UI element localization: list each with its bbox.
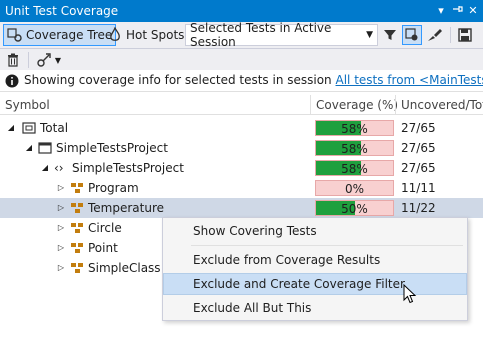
info-message: Showing coverage info for selected tests…: [24, 73, 332, 87]
chevron-down-icon: ▼: [366, 30, 373, 40]
filter-button[interactable]: [380, 25, 400, 45]
tree-row-temperature[interactable]: ▷ Temperature 50% 11/22: [0, 198, 483, 218]
hot-spots-label: Hot Spots: [126, 28, 185, 42]
menu-item-label: Show Covering Tests: [193, 224, 317, 238]
uncovered-total: 27/65: [401, 141, 436, 155]
highlight-code-button[interactable]: [402, 25, 422, 45]
menu-item-label: Exclude from Coverage Results: [193, 253, 381, 267]
collapsed-arrow-icon[interactable]: ▷: [56, 262, 66, 274]
tree-row-program[interactable]: ▷ Program 0% 11/11: [0, 178, 483, 198]
collapsed-arrow-icon[interactable]: ▷: [56, 242, 66, 254]
mouse-cursor-icon: [403, 284, 417, 304]
class-icon: [71, 263, 83, 273]
menu-item-label: Exclude and Create Coverage Filter: [193, 277, 405, 291]
class-icon: [71, 203, 83, 213]
coverage-bar: 58%: [315, 160, 394, 176]
pin-icon[interactable]: [449, 3, 465, 19]
collapsed-arrow-icon[interactable]: ▷: [56, 222, 66, 234]
highlight-code-icon: [405, 28, 418, 41]
tree-row-namespace[interactable]: ◢ ‹› SimpleTestsProject 58% 27/65: [0, 158, 483, 178]
chevron-down-icon: ▼: [54, 55, 62, 65]
class-icon: [71, 183, 83, 193]
collapsed-arrow-icon[interactable]: ▷: [56, 202, 66, 214]
class-icon: [71, 223, 83, 233]
coverage-bar: 58%: [315, 140, 394, 156]
trash-icon: [8, 53, 18, 67]
info-text-container: Showing coverage info for selected tests…: [24, 73, 483, 87]
info-bar: Showing coverage info for selected tests…: [0, 70, 483, 92]
menu-item-show-covering-tests[interactable]: Show Covering Tests: [163, 220, 467, 242]
toolbar-divider: [28, 52, 29, 68]
column-divider[interactable]: [395, 95, 396, 115]
save-icon: [458, 28, 472, 42]
hot-spots-button[interactable]: Hot Spots: [105, 24, 187, 46]
settings-button[interactable]: [425, 25, 445, 45]
coverage-tree-label: Coverage Tree: [26, 28, 113, 42]
tree-label: SimpleClass: [88, 261, 161, 275]
coverage-bar: 58%: [315, 120, 394, 136]
coverage-tree-button[interactable]: Coverage Tree: [3, 24, 117, 46]
window-titlebar: Unit Test Coverage ▾ ✕: [0, 0, 483, 22]
tree-label: Circle: [88, 221, 122, 235]
tree-row-total[interactable]: ◢ Total 58% 27/65: [0, 118, 483, 138]
coverage-tree-icon: [7, 28, 22, 42]
expanded-arrow-icon[interactable]: ◢: [40, 162, 50, 174]
uncovered-total: 27/65: [401, 121, 436, 135]
toolbar: Coverage Tree Hot Spots Selected Tests i…: [0, 21, 483, 49]
session-select[interactable]: Selected Tests in Active Session ▼: [185, 21, 378, 49]
column-header-coverage[interactable]: Coverage (%): [316, 98, 398, 112]
brush-icon: [428, 29, 442, 41]
session-select-value: Selected Tests in Active Session: [190, 21, 332, 49]
menu-item-exclude-from-results[interactable]: Exclude from Coverage Results: [163, 249, 467, 271]
assembly-icon: [22, 122, 36, 134]
coverage-percent: 50%: [341, 202, 368, 216]
filter-icon: [384, 30, 396, 40]
coverage-percent: 58%: [341, 162, 368, 176]
uncovered-total: 27/65: [401, 161, 436, 175]
coverage-percent: 58%: [341, 142, 368, 156]
session-link[interactable]: All tests from <MainTests>: [336, 73, 483, 87]
tree-label: Program: [88, 181, 139, 195]
coverage-bar: 0%: [315, 180, 394, 196]
tree-label: Point: [88, 241, 118, 255]
column-headers: Symbol Coverage (%) Uncovered/Tota: [0, 95, 483, 115]
tree-label: SimpleTestsProject: [72, 161, 184, 175]
save-button[interactable]: [455, 25, 475, 45]
secondary-toolbar: ▼: [0, 49, 483, 70]
column-divider[interactable]: [310, 95, 311, 115]
menu-item-exclude-and-create-filter[interactable]: Exclude and Create Coverage Filter: [163, 273, 467, 295]
coverage-bar: 50%: [315, 200, 394, 216]
toolbar-divider: [450, 27, 451, 43]
export-icon: [37, 53, 51, 67]
uncovered-total: 11/22: [401, 201, 436, 215]
class-icon: [71, 243, 83, 253]
close-icon[interactable]: ✕: [465, 3, 481, 19]
collapsed-arrow-icon[interactable]: ▷: [56, 182, 66, 194]
uncovered-total: 11/11: [401, 181, 436, 195]
coverage-percent: 58%: [341, 122, 368, 136]
expanded-arrow-icon[interactable]: ◢: [6, 122, 16, 134]
tree-label: SimpleTestsProject: [56, 141, 168, 155]
dropdown-arrow-icon[interactable]: ▾: [433, 3, 449, 19]
export-dropdown-button[interactable]: ▼: [34, 50, 64, 70]
context-menu: Show Covering Tests Exclude from Coverag…: [162, 217, 468, 321]
delete-button[interactable]: [3, 50, 23, 70]
window-title: Unit Test Coverage: [5, 4, 119, 18]
project-icon: [38, 142, 52, 154]
expanded-arrow-icon[interactable]: ◢: [24, 142, 34, 154]
coverage-percent: 0%: [344, 182, 365, 196]
column-header-uncovered[interactable]: Uncovered/Tota: [401, 98, 483, 112]
tree-row-project[interactable]: ◢ SimpleTestsProject 58% 27/65: [0, 138, 483, 158]
menu-separator: [191, 245, 463, 246]
menu-item-exclude-all-but-this[interactable]: Exclude All But This: [163, 297, 467, 319]
info-icon: [5, 74, 19, 88]
tree-label: Temperature: [88, 201, 165, 215]
column-header-symbol[interactable]: Symbol: [5, 98, 50, 112]
menu-item-label: Exclude All But This: [193, 301, 312, 315]
flame-icon: [110, 27, 120, 41]
tree-label: Total: [40, 121, 69, 135]
namespace-icon: ‹›: [54, 161, 64, 175]
